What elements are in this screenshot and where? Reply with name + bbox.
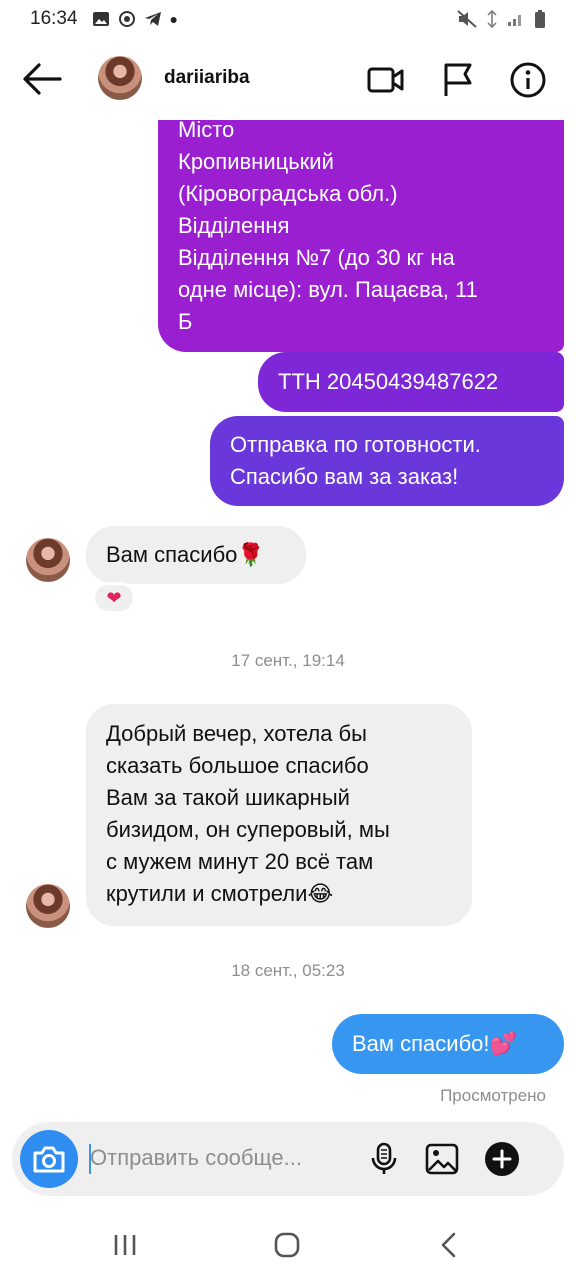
message-line: Добрый вечер, хотела бы (106, 721, 367, 746)
message-line: крутили и смотрели😂 (106, 881, 334, 906)
message-line: бизидом, он суперовый, мы (106, 817, 390, 842)
back-arrow-icon[interactable] (22, 62, 62, 96)
message-line: с мужем минут 20 всё там (106, 849, 374, 874)
mute-icon (457, 10, 477, 28)
chat-username[interactable]: dariiariba (164, 67, 250, 89)
home-icon[interactable] (272, 1230, 302, 1260)
message-line: одне місце): вул. Пацаєва, 11 (178, 277, 478, 302)
message-line: Спасибо вам за заказ! (230, 464, 459, 489)
data-icon (487, 10, 497, 28)
sync-notification-icon (118, 11, 135, 27)
message-text: Вам спасибо!💕 (352, 1031, 517, 1056)
outgoing-message[interactable]: Отправка по готовности. Спасибо вам за з… (210, 416, 564, 506)
message-line: Відділення (178, 213, 290, 238)
message-line: сказать большое спасибо (106, 753, 369, 778)
heart-reaction[interactable]: ❤ (92, 582, 136, 614)
gallery-icon[interactable] (424, 1141, 460, 1177)
system-icons (457, 9, 546, 29)
sender-avatar[interactable] (26, 538, 70, 582)
message-line: (Кіровоградська обл.) (178, 181, 398, 206)
status-bar: 16:34 ● (0, 0, 576, 38)
gallery-notification-icon (92, 12, 109, 26)
timestamp: 18 сент., 05:23 (231, 961, 345, 980)
back-nav-icon[interactable] (434, 1230, 464, 1260)
message-line: Б (178, 309, 193, 334)
message-line: Вам за такой шикарный (106, 785, 350, 810)
message-composer: Отправить сообще... (12, 1122, 564, 1196)
more-dot-icon: ● (169, 11, 179, 27)
message-text: ТТН 20450439487622 (278, 369, 499, 394)
signal-icon (508, 15, 521, 26)
outgoing-message[interactable]: Вам спасибо!💕 (332, 1014, 564, 1074)
sender-avatar[interactable] (26, 884, 70, 928)
telegram-notification-icon (144, 12, 161, 26)
message-input[interactable]: Отправить сообще... (90, 1145, 350, 1171)
heart-icon: ❤ (106, 587, 122, 608)
battery-icon (535, 10, 545, 28)
timestamp: 17 сент., 19:14 (231, 651, 345, 670)
status-time: 16:34 (30, 8, 78, 29)
outgoing-message[interactable]: ТТН 20450439487622 (258, 352, 564, 412)
recent-apps-icon[interactable] (110, 1230, 140, 1260)
avatar[interactable] (98, 56, 142, 100)
seen-status: Просмотрено (440, 1086, 546, 1105)
incoming-message[interactable]: Добрый вечер, хотела бы сказать большое … (86, 704, 472, 926)
outgoing-message[interactable]: Місто Кропивницький (Кіровоградська обл.… (158, 120, 564, 352)
camera-button[interactable] (20, 1130, 78, 1188)
chat-header: dariiariba (0, 38, 576, 120)
message-line: Місто (178, 120, 235, 142)
message-text: Вам спасибо🌹 (106, 542, 265, 567)
message-thread: Місто Кропивницький (Кіровоградська обл.… (0, 120, 576, 1120)
message-line: Отправка по готовности. (230, 432, 481, 457)
system-navigation-bar (0, 1200, 576, 1280)
camera-icon (33, 1146, 65, 1173)
video-call-icon[interactable] (366, 60, 406, 100)
message-line: Відділення №7 (до 30 кг на (178, 245, 455, 270)
notification-icons: ● (92, 10, 178, 28)
microphone-icon[interactable] (366, 1141, 402, 1177)
message-line: Кропивницький (178, 149, 334, 174)
flag-icon[interactable] (438, 60, 478, 100)
plus-icon[interactable] (484, 1141, 520, 1177)
info-icon[interactable] (508, 60, 548, 100)
incoming-message[interactable]: Вам спасибо🌹 (86, 526, 306, 584)
